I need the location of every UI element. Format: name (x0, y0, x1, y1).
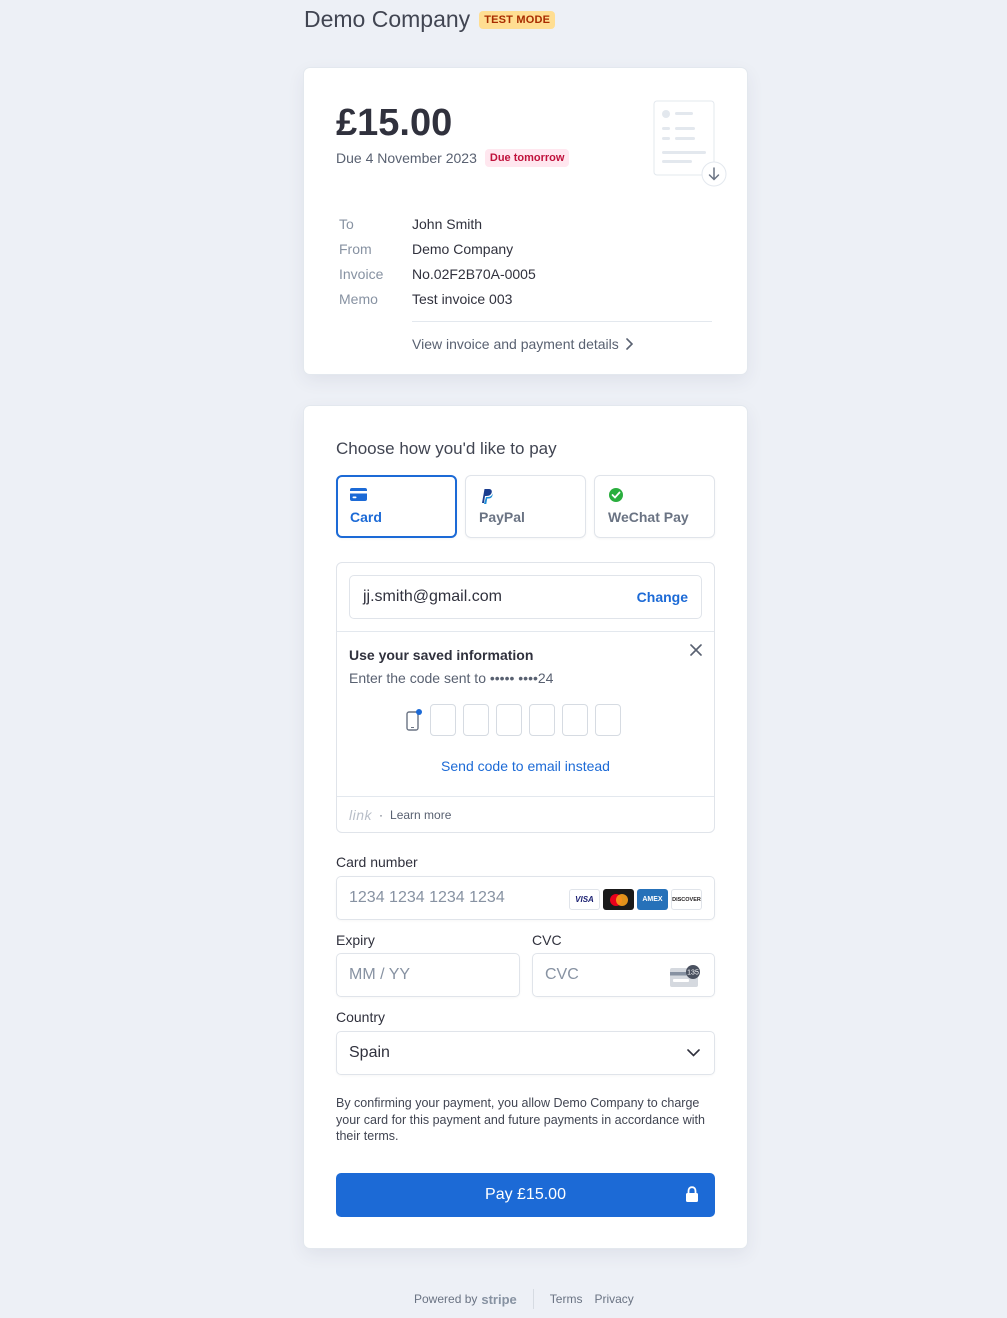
saved-info-subtitle: Enter the code sent to ••••• ••••24 (349, 670, 554, 686)
download-invoice-button[interactable] (653, 100, 727, 187)
cvc-input[interactable]: CVC 135 (532, 953, 715, 997)
detail-label: From (339, 240, 372, 257)
card-brands: VISA AMEX DISCOVER (569, 889, 702, 910)
wechat-icon (609, 488, 623, 502)
chevron-down-icon (687, 1049, 700, 1057)
view-invoice-details-link[interactable]: View invoice and payment details (412, 336, 633, 352)
invoice-summary-card: £15.00 Due 4 November 2023 Due tomorrow … (304, 68, 747, 374)
method-tab-card[interactable]: Card (336, 475, 457, 538)
link-footer: link · Learn more (349, 807, 451, 823)
privacy-link[interactable]: Privacy (594, 1292, 633, 1306)
footer-divider (532, 1289, 534, 1309)
expiry-label: Expiry (336, 932, 375, 948)
paypal-icon (482, 489, 493, 504)
cvc-badge-text: 135 (687, 970, 699, 977)
link-authentication-box: jj.smith@gmail.com Change Use your saved… (336, 562, 715, 833)
detail-row-from: From Demo Company (339, 236, 536, 261)
detail-label: To (339, 215, 354, 232)
method-label: WeChat Pay (608, 509, 689, 525)
card-number-input[interactable]: 1234 1234 1234 1234 VISA AMEX DISCOVER (336, 876, 715, 920)
code-digit-input[interactable] (463, 704, 489, 736)
mastercard-circles (609, 893, 628, 906)
consent-text: By confirming your payment, you allow De… (336, 1096, 705, 1143)
detail-row-to: To John Smith (339, 211, 536, 236)
invoice-details: To John Smith From Demo Company Invoice … (339, 211, 536, 311)
method-tab-paypal[interactable]: PayPal (465, 475, 586, 538)
code-digit-input[interactable] (496, 704, 522, 736)
due-row: Due 4 November 2023 Due tomorrow (336, 149, 570, 167)
payment-method-tabs: Card PayPal WeChat Pay (336, 475, 715, 538)
detail-row-invoice: Invoice No.02F2B70A-0005 (339, 261, 536, 286)
amex-icon: AMEX (637, 889, 668, 910)
expiry-placeholder: MM / YY (349, 966, 411, 983)
code-digit-input[interactable] (529, 704, 555, 736)
due-date: Due 4 November 2023 (336, 150, 477, 166)
detail-label: Invoice (339, 265, 384, 282)
invoice-document-icon (653, 100, 727, 187)
discover-icon: DISCOVER (671, 889, 702, 910)
company-name: Demo Company (304, 6, 471, 32)
country-value: Spain (349, 1044, 390, 1061)
footer: Powered by stripe Terms Privacy (414, 1289, 646, 1309)
chevron-right-icon (625, 338, 633, 350)
invoice-amount: £15.00 (336, 102, 453, 144)
send-code-email-link[interactable]: Send code to email instead (337, 758, 714, 774)
divider (337, 631, 714, 632)
cvc-card-icon: 135 (670, 965, 700, 987)
due-badge: Due tomorrow (484, 149, 570, 167)
view-link-label: View invoice and payment details (412, 336, 619, 352)
detail-row-memo: Memo Test invoice 003 (339, 286, 536, 311)
close-saved-info-button[interactable] (690, 643, 702, 661)
mastercard-icon (603, 889, 634, 910)
header: Demo Company TEST MODE (304, 6, 556, 33)
code-digit-input[interactable] (595, 704, 621, 736)
detail-value: No.02F2B70A-0005 (412, 265, 536, 282)
payment-title: Choose how you'd like to pay (336, 439, 557, 458)
cvc-placeholder: CVC (545, 966, 579, 983)
close-icon (690, 644, 702, 656)
learn-more-link[interactable]: Learn more (390, 808, 451, 822)
method-tab-wechat[interactable]: WeChat Pay (594, 475, 715, 538)
separator-dot: · (379, 808, 384, 822)
pay-button-label: Pay £15.00 (485, 1186, 566, 1203)
stripe-logo[interactable]: stripe (481, 1292, 516, 1307)
verification-code-row (405, 704, 621, 736)
method-label: Card (350, 509, 382, 525)
visa-icon: VISA (569, 889, 600, 910)
card-number-label: Card number (336, 854, 418, 870)
detail-value: Demo Company (412, 240, 514, 257)
phone-icon (406, 709, 422, 731)
terms-link[interactable]: Terms (550, 1292, 583, 1306)
detail-value: John Smith (412, 215, 483, 232)
detail-value: Test invoice 003 (412, 290, 513, 307)
test-mode-badge: TEST MODE (479, 10, 556, 29)
country-label: Country (336, 1009, 386, 1025)
pay-button[interactable]: Pay £15.00 (336, 1173, 715, 1217)
divider (412, 321, 712, 322)
code-digit-input[interactable] (430, 704, 456, 736)
expiry-input[interactable]: MM / YY (336, 953, 520, 997)
email-field[interactable]: jj.smith@gmail.com Change (349, 575, 702, 619)
link-logo: link (349, 807, 373, 823)
method-label: PayPal (479, 509, 525, 525)
card-icon (350, 488, 367, 501)
email-value: jj.smith@gmail.com (363, 588, 502, 605)
change-email-button[interactable]: Change (637, 589, 688, 605)
detail-label: Memo (339, 290, 378, 307)
lock-icon (686, 1186, 698, 1202)
saved-info-title: Use your saved information (349, 647, 534, 663)
code-digit-input[interactable] (562, 704, 588, 736)
cvc-label: CVC (532, 932, 562, 948)
powered-by-text: Powered by (414, 1292, 478, 1306)
country-select[interactable]: Spain (336, 1031, 715, 1075)
divider (337, 796, 714, 797)
payment-card: Choose how you'd like to pay Card PayPal… (304, 406, 747, 1248)
card-number-placeholder: 1234 1234 1234 1234 (349, 889, 505, 906)
